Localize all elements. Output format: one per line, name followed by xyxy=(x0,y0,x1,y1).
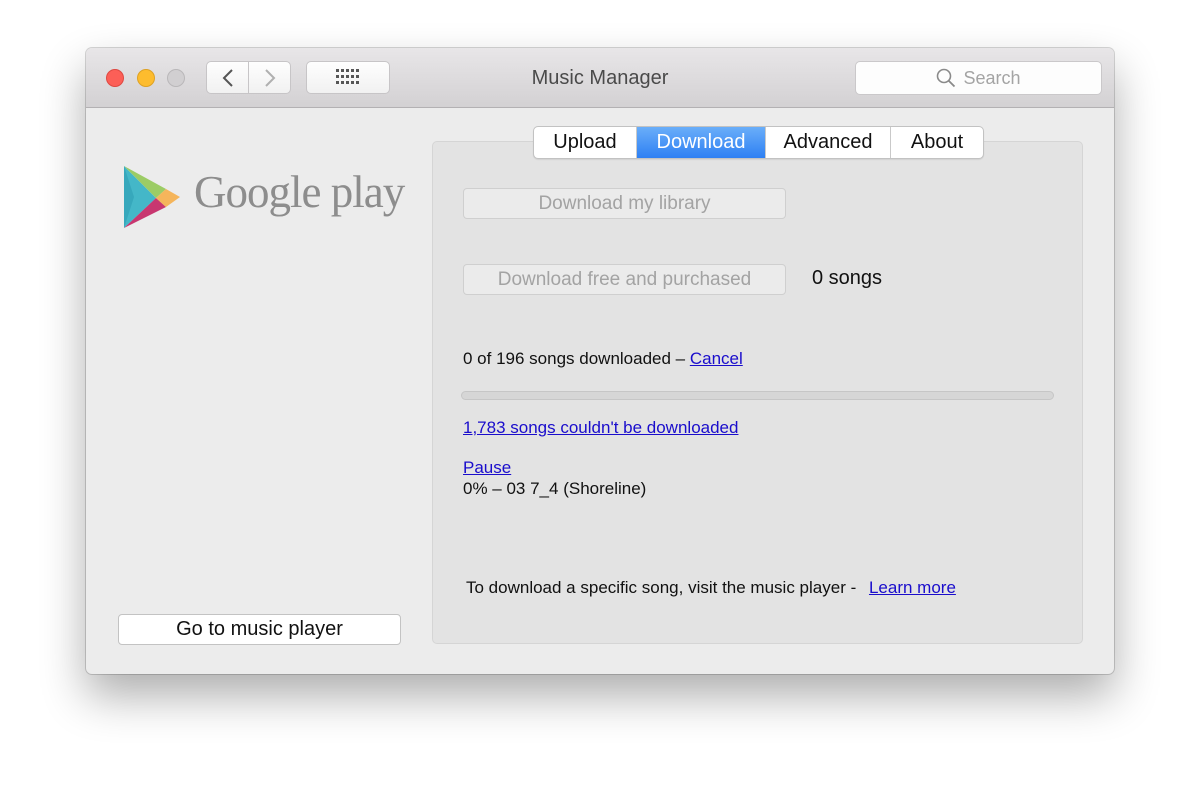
go-to-music-player-button[interactable]: Go to music player xyxy=(118,614,401,645)
google-play-wordmark: Google play xyxy=(194,167,405,217)
search-icon xyxy=(937,68,956,88)
download-hint-text: To download a specific song, visit the m… xyxy=(466,578,861,597)
music-manager-window: Music Manager Search Google play Go to m… xyxy=(86,48,1114,674)
google-play-logo: Google play xyxy=(122,164,405,230)
download-status-text: 0 of 196 songs downloaded – xyxy=(463,349,690,368)
download-my-library-button[interactable]: Download my library xyxy=(463,188,786,219)
current-download-item: 0% – 03 7_4 (Shoreline) xyxy=(463,479,647,498)
download-progress-bar xyxy=(461,391,1054,400)
download-status: 0 of 196 songs downloaded – Cancel xyxy=(463,349,743,369)
google-play-logo-icon xyxy=(124,166,180,228)
tab-download[interactable]: Download xyxy=(637,127,766,158)
tab-bar: Upload Download Advanced About xyxy=(533,126,984,159)
tab-upload[interactable]: Upload xyxy=(534,127,637,158)
download-free-and-purchased-button[interactable]: Download free and purchased xyxy=(463,264,786,295)
cancel-link[interactable]: Cancel xyxy=(690,349,743,368)
title-bar: Music Manager Search xyxy=(86,48,1114,108)
free-song-count: 0 songs xyxy=(812,267,883,289)
tab-advanced[interactable]: Advanced xyxy=(766,127,891,158)
failed-downloads-link[interactable]: 1,783 songs couldn't be downloaded xyxy=(463,418,738,438)
learn-more-link[interactable]: Learn more xyxy=(869,578,956,597)
tab-about[interactable]: About xyxy=(891,127,983,158)
search-placeholder: Search xyxy=(963,67,1021,88)
download-hint: To download a specific song, visit the m… xyxy=(466,578,956,598)
search-field[interactable]: Search xyxy=(855,61,1102,95)
pause-link[interactable]: Pause xyxy=(463,458,511,478)
